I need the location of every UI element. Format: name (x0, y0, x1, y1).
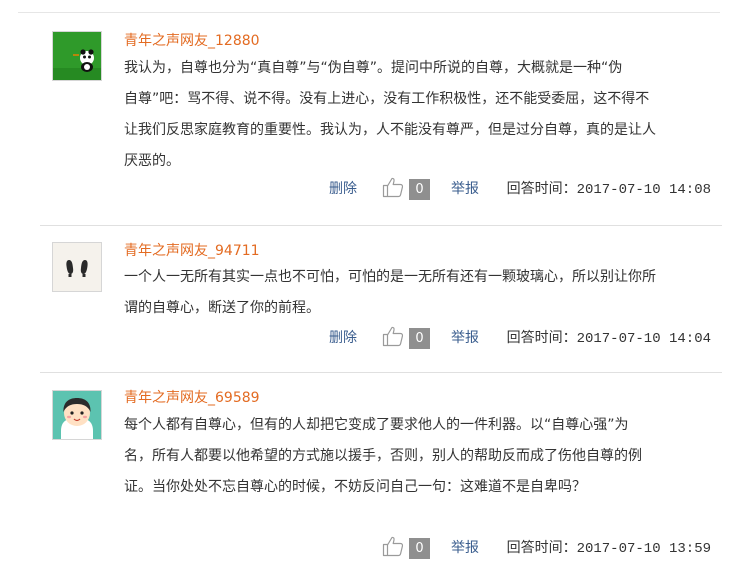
like-count-badge: 0 (409, 538, 430, 559)
comment-divider (40, 225, 722, 226)
reply-time-label: 回答时间： (506, 181, 577, 197)
footprints-avatar[interactable] (52, 242, 102, 292)
username[interactable]: 青年之声网友_69589 (124, 387, 260, 407)
reply-time-label: 回答时间： (506, 540, 577, 556)
comment-actions: 删除 0 举报 回答时间：2017-07-10 14:04 (0, 325, 711, 349)
cartoon-boy-avatar[interactable] (52, 390, 102, 440)
comment-line: 证。当你处处不忘自尊心的时候，不妨反问自己一句：这难道不是自卑吗？ (124, 479, 586, 495)
reply-time: 回答时间：2017-07-10 14:04 (507, 327, 711, 347)
reply-time-value: 2017-07-10 14:04 (576, 331, 711, 347)
comment-line: 自尊”吧：骂不得、说不得。没有上进心，没有工作积极性，还不能受委屈，这不得不 (124, 91, 650, 107)
reply-time-value: 2017-07-10 13:59 (576, 541, 711, 557)
comment-line: 谓的自尊心，断送了你的前程。 (124, 300, 320, 316)
report-link[interactable]: 举报 (451, 327, 479, 347)
top-divider (18, 12, 720, 13)
like-count-badge: 0 (409, 328, 430, 349)
delete-link[interactable]: 删除 (329, 327, 357, 347)
cartoon-boy-avatar-image (53, 391, 101, 439)
comment-line: 让我们反思家庭教育的重要性。我认为，人不能没有尊严，但是过分自尊，真的是让人 (124, 122, 656, 138)
comment-line: 名，所有人都要以他希望的方式施以援手，否则，别人的帮助反而成了伤他自尊的例 (124, 448, 642, 464)
panda-avatar-image (53, 32, 101, 80)
report-link[interactable]: 举报 (451, 178, 479, 198)
username[interactable]: 青年之声网友_12880 (124, 30, 260, 50)
comment-actions: 0 举报 回答时间：2017-07-10 13:59 (0, 535, 711, 559)
comment-actions: 删除 0 举报 回答时间：2017-07-10 14:08 (0, 176, 711, 200)
comment-text: 一个人一无所有其实一点也不可怕，可怕的是一无所有还有一颗玻璃心，所以别让你所 谓… (124, 262, 714, 324)
thumbs-up-icon[interactable] (381, 534, 405, 558)
report-link[interactable]: 举报 (451, 537, 479, 557)
reply-time-label: 回答时间： (506, 330, 577, 346)
reply-time-value: 2017-07-10 14:08 (576, 182, 711, 198)
footprints-avatar-image (53, 243, 101, 291)
username[interactable]: 青年之声网友_94711 (124, 240, 260, 260)
comment-line: 厌恶的。 (124, 153, 180, 169)
comment-text: 我认为，自尊也分为“真自尊”与“伪自尊”。提问中所说的自尊，大概就是一种“伪 自… (124, 53, 714, 177)
panda-avatar[interactable] (52, 31, 102, 81)
thumbs-up-icon[interactable] (381, 175, 405, 199)
comment-line: 一个人一无所有其实一点也不可怕，可怕的是一无所有还有一颗玻璃心，所以别让你所 (124, 269, 656, 285)
delete-link[interactable]: 删除 (329, 178, 357, 198)
like-count-badge: 0 (409, 179, 430, 200)
comment-line: 我认为，自尊也分为“真自尊”与“伪自尊”。提问中所说的自尊，大概就是一种“伪 (124, 60, 623, 76)
comment-line: 每个人都有自尊心，但有的人却把它变成了要求他人的一件利器。以“自尊心强”为 (124, 417, 629, 433)
comment-divider (40, 372, 722, 373)
reply-time: 回答时间：2017-07-10 14:08 (507, 178, 711, 198)
comment-text: 每个人都有自尊心，但有的人却把它变成了要求他人的一件利器。以“自尊心强”为 名，… (124, 410, 714, 503)
thumbs-up-icon[interactable] (381, 324, 405, 348)
reply-time: 回答时间：2017-07-10 13:59 (507, 537, 711, 557)
